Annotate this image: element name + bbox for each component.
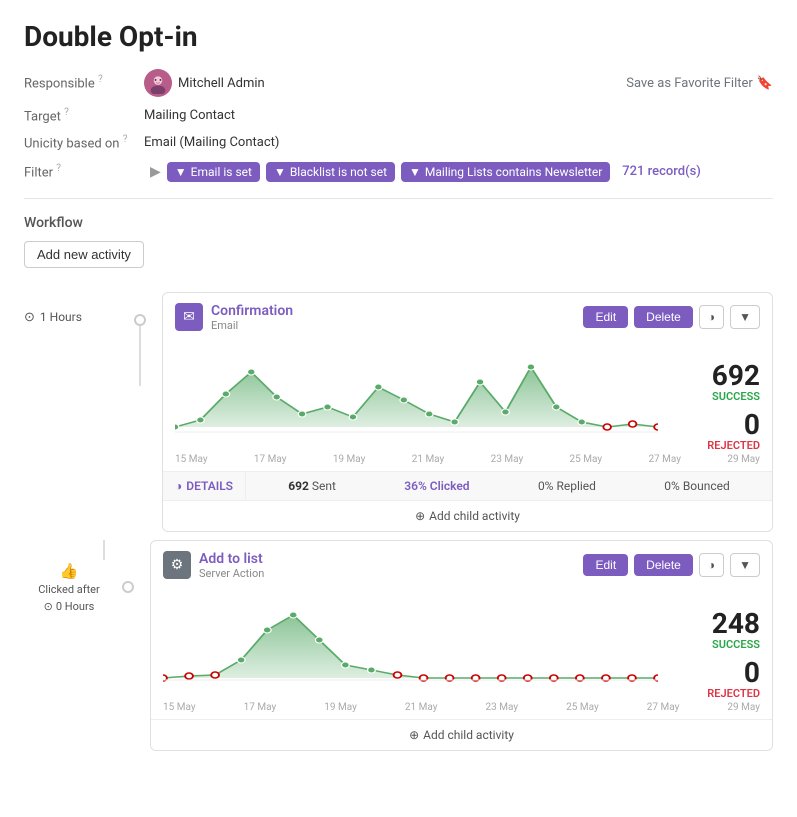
filter-label: Filter ? xyxy=(24,163,144,180)
funnel-icon: ▼ xyxy=(175,165,187,179)
filter-button-2[interactable]: ▼ xyxy=(730,553,760,577)
workflow-title: Workflow xyxy=(24,215,773,231)
activity-card-addtolist: ⚙ Add to list Server Action Edit Delete … xyxy=(150,540,773,751)
connector-line-1 xyxy=(139,326,141,386)
funnel-icon-2: ▼ xyxy=(274,165,286,179)
card-header-addtolist: ⚙ Add to list Server Action Edit Delete … xyxy=(151,541,772,590)
plus-icon-2: ⊕ xyxy=(409,728,419,742)
section-divider xyxy=(24,198,773,199)
rejected-count-1: 0 xyxy=(670,411,760,439)
filter-tag-email[interactable]: ▼ Email is set xyxy=(167,162,260,182)
chart-area-confirmation: 692 SUCCESS 0 REJECTED xyxy=(163,342,772,452)
filter-row: Filter ? ▶ ▼ Email is set ▼ Blacklist is… xyxy=(24,162,773,182)
rejected-count-2: 0 xyxy=(670,659,760,687)
unicity-value: Email (Mailing Contact) xyxy=(144,135,279,150)
filter-tag-mailing[interactable]: ▼ Mailing Lists contains Newsletter xyxy=(401,162,610,182)
filter-button-1[interactable]: ▼ xyxy=(730,305,760,329)
clock-icon-2: ⊙ xyxy=(44,599,53,616)
target-row: Target ? Mailing Contact xyxy=(24,107,773,124)
responsible-label: Responsible ? xyxy=(24,74,144,91)
card-actions-addtolist: Edit Delete ◑ ▼ xyxy=(583,553,760,577)
success-label-2: SUCCESS xyxy=(670,638,760,651)
gear-icon-card: ⚙ xyxy=(163,551,191,579)
page-title: Double Opt-in xyxy=(24,20,773,53)
time-label-1: 1 Hours xyxy=(40,310,82,324)
target-value: Mailing Contact xyxy=(144,108,235,123)
responsible-row: Responsible ? Mitchell Admin Save as Fav… xyxy=(24,69,773,97)
rejected-label-1: REJECTED xyxy=(670,439,760,452)
pie-chart-button-2[interactable]: ◑ xyxy=(699,553,724,577)
save-favorite-button[interactable]: Save as Favorite Filter 🔖 xyxy=(626,76,773,91)
avatar xyxy=(144,69,172,97)
filter-tag-blacklist[interactable]: ▼ Blacklist is not set xyxy=(266,162,395,182)
main-page: Double Opt-in Responsible ? Mitchell Adm… xyxy=(0,0,797,779)
filter-expand-icon[interactable]: ▶ xyxy=(150,164,161,180)
footer-stats-1: 692 Sent 36% Clicked 0% Replied 0% xyxy=(246,472,772,500)
bookmark-icon: 🔖 xyxy=(757,76,773,91)
record-count: 721 record(s) xyxy=(622,164,701,179)
card-actions-confirmation: Edit Delete ◑ ▼ xyxy=(583,305,760,329)
edit-addtolist-button[interactable]: Edit xyxy=(583,554,628,576)
chart-dates-1: 15 May 17 May 19 May 21 May 23 May 25 Ma… xyxy=(163,452,772,471)
workflow-section: Workflow Add new activity ⊙ 1 Hours ✉ Co… xyxy=(24,215,773,759)
success-count-1: 692 xyxy=(670,362,760,390)
add-activity-button[interactable]: Add new activity xyxy=(24,241,144,268)
chart-dates-2: 15 May 17 May 19 May 21 May 23 May 25 Ma… xyxy=(151,700,772,719)
card-title-confirmation: Confirmation Email xyxy=(211,303,575,332)
stats-area-confirmation: 692 SUCCESS 0 REJECTED xyxy=(670,352,760,452)
success-label-1: SUCCESS xyxy=(670,390,760,403)
chart-svg-addtolist xyxy=(163,600,658,700)
stats-area-addtolist: 248 SUCCESS 0 REJECTED xyxy=(670,600,760,700)
connector-dot-1 xyxy=(134,314,146,326)
chart-svg-confirmation xyxy=(175,352,658,452)
unicity-row: Unicity based on ? Email (Mailing Contac… xyxy=(24,134,773,151)
edit-confirmation-button[interactable]: Edit xyxy=(583,306,628,328)
add-child-button-2[interactable]: ⊕ Add child activity xyxy=(151,719,772,750)
pie-icon-footer: ◑ xyxy=(175,479,182,493)
card-header-confirmation: ✉ Confirmation Email Edit Delete ◑ ▼ xyxy=(163,293,772,342)
email-icon: ✉ xyxy=(175,303,203,331)
plus-icon-1: ⊕ xyxy=(415,509,425,523)
trigger-label: 👍 Clicked after ⊙ 0 Hours xyxy=(24,560,114,616)
trigger-hours: ⊙ 0 Hours xyxy=(24,599,114,616)
rejected-label-2: REJECTED xyxy=(670,687,760,700)
card-title-addtolist: Add to list Server Action xyxy=(199,551,575,580)
activity-card-confirmation: ✉ Confirmation Email Edit Delete ◑ ▼ xyxy=(162,292,773,532)
v-line-2 xyxy=(103,540,105,560)
connector-dot-2 xyxy=(122,581,134,593)
add-child-button-1[interactable]: ⊕ Add child activity xyxy=(163,500,772,531)
responsible-value: Mitchell Admin xyxy=(178,76,265,91)
card-footer-confirmation: ◑ DETAILS 692 Sent 36% Clicked xyxy=(163,471,772,500)
pie-chart-button-1[interactable]: ◑ xyxy=(699,305,724,329)
delete-addtolist-button[interactable]: Delete xyxy=(634,554,693,576)
unicity-label: Unicity based on ? xyxy=(24,134,144,151)
success-count-2: 248 xyxy=(670,610,760,638)
thumb-icon: 👍 xyxy=(24,560,114,583)
target-label: Target ? xyxy=(24,107,144,124)
details-button-1[interactable]: ◑ DETAILS xyxy=(163,472,246,500)
delete-confirmation-button[interactable]: Delete xyxy=(634,306,693,328)
funnel-icon-3: ▼ xyxy=(409,165,421,179)
chart-area-addtolist: 248 SUCCESS 0 REJECTED xyxy=(151,590,772,700)
clock-icon-1: ⊙ xyxy=(24,310,35,325)
